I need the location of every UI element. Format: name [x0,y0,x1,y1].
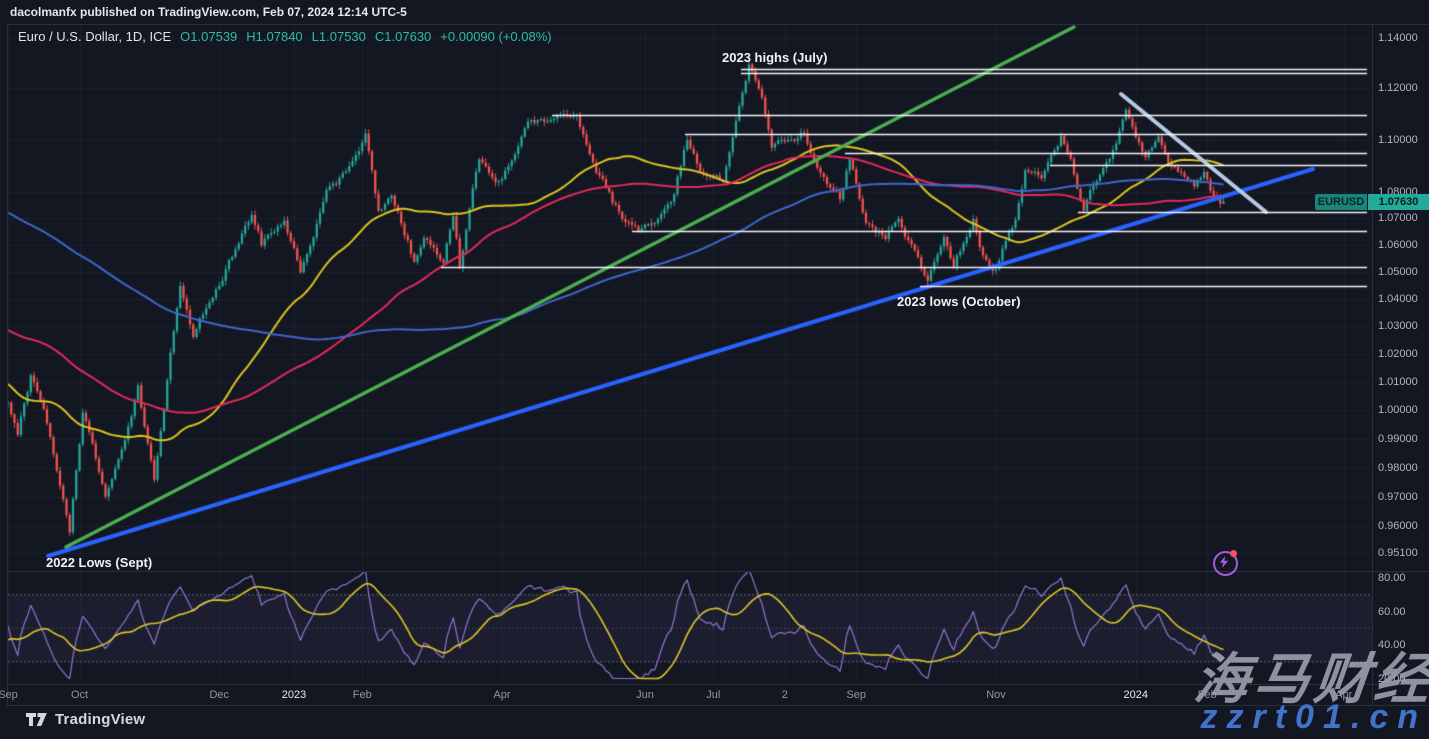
price-axis-separator [1372,24,1373,704]
open-value: O1.07539 [180,29,237,44]
price-axis-label: 0.98000 [1378,462,1418,474]
watermark-url: zzrt01.cn [1201,698,1428,737]
high-value: H1.07840 [246,29,302,44]
price-axis-label: 1.00000 [1378,404,1418,416]
time-axis-label: Jun [636,689,654,701]
time-axis-label: Sep [0,689,18,701]
lightning-bolt-icon [1219,556,1229,568]
tradingview-published-chart: dacolmanfx published on TradingView.com,… [0,0,1429,739]
tradingview-glyph-icon [26,712,48,727]
price-axis-label: 1.02000 [1378,348,1418,360]
annotation-2022-lows: 2022 Lows (Sept) [46,555,152,570]
lightning-indicator-button[interactable] [1213,550,1237,574]
time-axis-label: Jul [706,689,720,701]
published-byline: dacolmanfx published on TradingView.com,… [10,5,407,19]
annotation-2023-highs: 2023 highs (July) [722,50,827,65]
price-tag-value: 1.07630 [1368,194,1429,210]
rsi-axis-label: 60.00 [1378,606,1406,618]
tradingview-brand-text: TradingView [55,711,145,728]
time-axis-label: Sep [846,689,866,701]
time-axis-label: Feb [353,689,372,701]
price-axis-label: 0.95100 [1378,547,1418,559]
time-axis-label: 2024 [1124,689,1148,701]
time-axis-label: Dec [209,689,229,701]
price-axis-label: 0.96000 [1378,520,1418,532]
low-value: L1.07530 [312,29,366,44]
price-axis-label: 1.05000 [1378,266,1418,278]
time-axis-label: 2 [782,689,788,701]
price-axis-label: 1.06000 [1378,239,1418,251]
price-axis-label: 1.12000 [1378,82,1418,94]
symbol-title: Euro / U.S. Dollar, 1D, ICE [18,29,171,44]
price-axis-label: 0.99000 [1378,433,1418,445]
time-axis-label: Apr [493,689,510,701]
price-axis-label: 1.10000 [1378,134,1418,146]
tradingview-logo[interactable]: TradingView [26,711,145,728]
time-axis-label: 2023 [282,689,306,701]
price-axis-label: 1.01000 [1378,376,1418,388]
time-axis-label: Oct [71,689,88,701]
price-tag-symbol: EURUSD [1315,194,1367,210]
annotation-2023-lows: 2023 lows (October) [897,294,1021,309]
rsi-axis-label: 80.00 [1378,572,1406,584]
chart-legend: Euro / U.S. Dollar, 1D, ICE O1.07539 H1.… [18,29,552,44]
price-axis-label: 1.07000 [1378,212,1418,224]
price-axis-label: 1.14000 [1378,32,1418,44]
chart-frame [7,24,1429,706]
time-axis-label: Nov [986,689,1006,701]
change-value: +0.00090 (+0.08%) [440,29,551,44]
notification-dot [1230,550,1237,557]
close-value: C1.07630 [375,29,431,44]
price-axis-label: 1.03000 [1378,320,1418,332]
price-axis-label: 0.97000 [1378,491,1418,503]
price-axis-label: 1.04000 [1378,293,1418,305]
